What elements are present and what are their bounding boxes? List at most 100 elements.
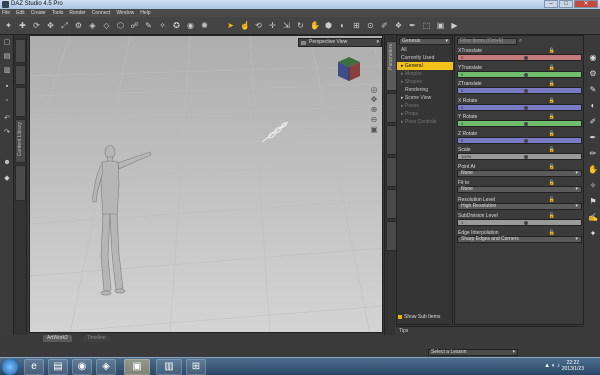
pen-icon[interactable]: ✒ xyxy=(408,21,417,30)
maximize-button[interactable]: □ xyxy=(559,0,573,8)
parameter-slider[interactable]: 1 xyxy=(457,219,582,226)
menu-window[interactable]: Window xyxy=(116,9,134,17)
camera-tool-icon[interactable]: ◉ xyxy=(186,21,195,30)
tree-item[interactable]: ▸ Scene View xyxy=(397,94,453,102)
node-icon[interactable]: ⬚ xyxy=(422,21,431,30)
render-icon[interactable]: ▶ xyxy=(450,21,459,30)
active-pose-icon[interactable]: ✋ xyxy=(310,21,320,30)
slider-knob[interactable] xyxy=(524,221,528,225)
tree-item[interactable]: ▸ Morphs xyxy=(397,70,453,78)
edit-icon[interactable]: ✐ xyxy=(588,117,598,127)
daz-taskbar-icon[interactable]: ◈ xyxy=(96,359,116,375)
filter-input[interactable]: Filter Items (Ctrl+E) xyxy=(457,38,517,45)
orbit-icon[interactable]: ◎ xyxy=(370,86,378,94)
parameter-slider[interactable]: 0 xyxy=(457,70,582,78)
menu-render[interactable]: Render xyxy=(69,9,85,17)
pane-options-icon[interactable]: ◉ xyxy=(588,53,598,63)
geometry-select-icon[interactable]: ⬢ xyxy=(324,21,333,30)
tree-item[interactable]: ▸ Props xyxy=(397,110,453,118)
pose-tool-icon[interactable]: ☍ xyxy=(130,21,139,30)
pen-icon[interactable]: ✏ xyxy=(588,149,598,159)
menu-help[interactable]: Help xyxy=(140,9,150,17)
star-icon[interactable]: ✦ xyxy=(588,229,598,239)
translate-tool-icon[interactable]: ✥ xyxy=(46,21,55,30)
tab-render-settings[interactable] xyxy=(15,87,26,117)
tab-lights[interactable] xyxy=(15,165,26,201)
parameter-slider[interactable]: 0 xyxy=(457,54,582,61)
figure-icon[interactable]: ☻ xyxy=(3,159,11,167)
windows-taskbar-icon[interactable]: ⊞ xyxy=(186,359,206,375)
studio-taskbar-icon[interactable]: ▣ xyxy=(124,359,150,375)
parameter-slider[interactable]: 0 xyxy=(457,120,582,127)
tree-item[interactable]: Currently Used xyxy=(397,54,453,62)
parameter-slider[interactable]: 100% xyxy=(457,153,582,160)
ie-taskbar-icon[interactable]: e xyxy=(24,359,44,375)
menu-connect[interactable]: Connect xyxy=(92,9,111,17)
node-select-icon[interactable]: ☝ xyxy=(240,21,250,30)
menu-tools[interactable]: Tools xyxy=(52,9,64,17)
lesson-selector[interactable]: Select a Lesson ▾ xyxy=(428,349,518,356)
lock-icon[interactable]: 🔓 xyxy=(549,131,555,137)
open-icon[interactable]: ▤ xyxy=(3,53,11,61)
slider-knob[interactable] xyxy=(524,56,528,60)
universal-tool-icon[interactable]: ✚ xyxy=(18,21,27,30)
chrome-taskbar-icon[interactable]: ◉ xyxy=(72,359,92,375)
brush2-icon[interactable]: ✍ xyxy=(588,213,598,223)
region-tool-icon[interactable]: ⬡ xyxy=(116,21,125,30)
twist-icon[interactable]: ↻ xyxy=(296,21,305,30)
slider-knob[interactable] xyxy=(524,138,528,143)
menu-edit[interactable]: Edit xyxy=(16,9,25,17)
scale-icon[interactable]: ⇲ xyxy=(282,21,291,30)
light-tool-icon[interactable]: ✺ xyxy=(200,21,209,30)
start-button[interactable] xyxy=(2,359,18,375)
genesis-figure[interactable] xyxy=(90,144,160,304)
export-icon[interactable]: ▫ xyxy=(3,97,11,105)
wand-icon[interactable]: ✧ xyxy=(588,181,598,191)
slider-knob[interactable] xyxy=(524,155,528,159)
tab-content-library[interactable]: Content Library xyxy=(15,119,26,163)
new-scene-icon[interactable]: ▢ xyxy=(3,39,11,47)
render-settings-icon[interactable]: ▣ xyxy=(436,21,445,30)
parameter-slider[interactable]: 0 xyxy=(457,87,582,94)
zoom-icon[interactable]: ⊕ xyxy=(370,106,378,114)
scale-tool-icon[interactable]: ⤢ xyxy=(60,21,69,30)
morph-loader-icon[interactable]: ⚙ xyxy=(588,69,598,79)
brush-icon[interactable]: ✐ xyxy=(380,21,389,30)
minimize-button[interactable]: – xyxy=(544,0,558,8)
lock-icon[interactable]: 🔓 xyxy=(549,65,555,71)
slider-knob[interactable] xyxy=(524,122,528,126)
view-cube-icon[interactable] xyxy=(336,56,362,82)
slider-knob[interactable] xyxy=(524,89,528,93)
explorer-taskbar-icon[interactable]: ▤ xyxy=(48,359,68,375)
rotate-icon[interactable]: ⟲ xyxy=(254,21,263,30)
tab-artwork[interactable]: ArtWork2 xyxy=(43,335,72,342)
tab-tool-settings[interactable] xyxy=(15,65,26,85)
surface-tool-icon[interactable]: ◈ xyxy=(88,21,97,30)
tree-item[interactable]: All xyxy=(397,46,453,54)
tree-item[interactable]: ▸ Pose Controls xyxy=(397,118,453,126)
prop-icon[interactable]: ◆ xyxy=(3,175,11,183)
save-icon[interactable]: ▪ xyxy=(3,83,11,91)
tab-smart-content[interactable] xyxy=(15,39,26,63)
rotate-tool-icon[interactable]: ⟳ xyxy=(32,21,41,30)
dolly-icon[interactable]: ⊖ xyxy=(370,116,378,124)
pan-icon[interactable]: ✥ xyxy=(370,96,378,104)
undo-icon[interactable]: ↶ xyxy=(3,115,11,123)
lock-icon[interactable]: 🔓 xyxy=(549,98,555,104)
dial-icon[interactable]: ◐ xyxy=(588,101,598,111)
menu-file[interactable]: File xyxy=(2,9,10,17)
geometry-tool-icon[interactable]: ◇ xyxy=(102,21,111,30)
tips-bar[interactable]: Tips xyxy=(396,326,584,334)
redo-icon[interactable]: ↷ xyxy=(3,129,11,137)
region-nav-icon[interactable]: ⊞ xyxy=(352,21,361,30)
tree-item[interactable]: Rendering xyxy=(397,86,453,94)
flag-icon[interactable]: ⚑ xyxy=(588,197,598,207)
node-selector[interactable]: Genesis ▾ xyxy=(399,38,451,45)
close-button[interactable]: ✕ xyxy=(574,0,598,8)
slider-knob[interactable] xyxy=(524,72,528,77)
merge-icon[interactable]: ▥ xyxy=(3,67,11,75)
node-weight-icon[interactable]: ✧ xyxy=(158,21,167,30)
tab-timeline[interactable]: Timeline xyxy=(83,335,110,342)
paint-icon[interactable]: ✒ xyxy=(588,133,598,143)
parameter-slider[interactable]: 0 xyxy=(457,136,582,144)
